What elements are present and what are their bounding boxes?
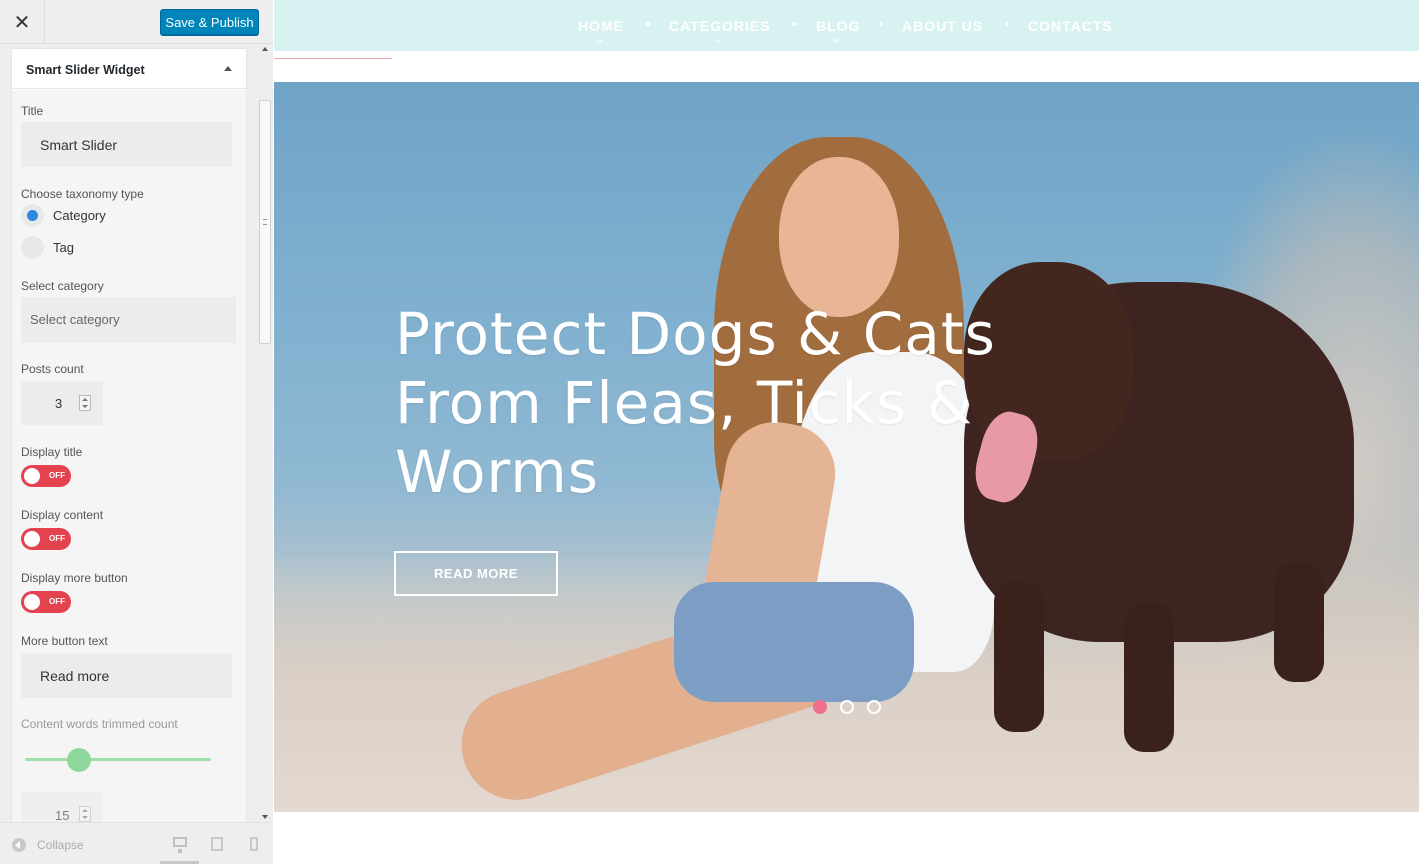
display-more-label: Display more button: [21, 571, 128, 585]
tablet-icon[interactable]: [211, 837, 223, 851]
nav-home[interactable]: HOME: [578, 18, 624, 34]
hero-slider: Protect Dogs & Cats From Fleas, Ticks & …: [274, 82, 1419, 812]
posts-count-value: 3: [55, 396, 63, 411]
collapse-arrow-icon[interactable]: [224, 66, 232, 71]
widget-title: Smart Slider Widget: [26, 63, 145, 77]
more-text-input[interactable]: [21, 653, 232, 698]
nav-separator: [646, 22, 650, 26]
toggle-knob: [24, 594, 40, 610]
widget-panel: Smart Slider Widget Title Choose taxonom…: [0, 44, 258, 822]
main-nav: HOME CATEGORIES BLOG ABOUT US CONTACTS: [274, 0, 1419, 51]
slider-dot-1[interactable]: [813, 700, 827, 714]
trim-count-value: 15: [55, 808, 70, 822]
spinner-icon[interactable]: [79, 395, 91, 411]
trim-slider-track[interactable]: [25, 758, 211, 761]
nav-blog[interactable]: BLOG: [816, 18, 860, 34]
site-preview: HOME CATEGORIES BLOG ABOUT US CONTACTS S…: [274, 0, 1419, 864]
collapse-label: Collapse: [37, 838, 84, 852]
more-text-label: More button text: [21, 634, 108, 648]
toggle-state: OFF: [49, 471, 65, 480]
close-icon[interactable]: ✕: [0, 0, 45, 44]
radio-checked-icon[interactable]: [21, 204, 44, 227]
chevron-down-icon: [595, 35, 604, 44]
widget-header[interactable]: Smart Slider Widget: [12, 49, 246, 89]
nav-separator: [879, 22, 883, 26]
toggle-knob: [24, 531, 40, 547]
category-select[interactable]: Select category: [21, 297, 236, 343]
slider-dot-2[interactable]: [840, 700, 854, 714]
nav-contacts[interactable]: CONTACTS: [1028, 18, 1113, 34]
display-title-label: Display title: [21, 445, 83, 459]
radio-unchecked-icon[interactable]: [21, 236, 44, 259]
nav-separator: [792, 22, 796, 26]
taxonomy-label: Choose taxonomy type: [21, 187, 144, 201]
save-publish-button[interactable]: Save & Publish: [160, 9, 259, 35]
panel-scrollbar[interactable]: [258, 44, 273, 822]
chevron-down-icon: [831, 35, 840, 44]
photo-dog-leg: [1274, 562, 1324, 682]
widget-box: Smart Slider Widget Title Choose taxonom…: [11, 48, 247, 822]
display-title-toggle[interactable]: OFF: [21, 465, 71, 487]
scroll-thumb[interactable]: [259, 100, 271, 344]
photo-woman-shorts: [674, 582, 914, 702]
posts-count-label: Posts count: [21, 362, 84, 376]
photo-woman-face: [779, 157, 899, 317]
grip-icon: [263, 219, 267, 225]
radio-tag-label: Tag: [53, 240, 74, 255]
toggle-knob: [24, 468, 40, 484]
scroll-down-icon[interactable]: [262, 815, 268, 819]
toggle-state: OFF: [49, 534, 65, 543]
scroll-up-icon[interactable]: [262, 47, 268, 51]
customizer-header: ✕ Save & Publish: [0, 0, 273, 44]
display-content-toggle[interactable]: OFF: [21, 528, 71, 550]
customizer-footer: Collapse: [0, 822, 273, 864]
customizer-sidebar: ✕ Save & Publish Smart Slider Widget Tit…: [0, 0, 273, 864]
slider-dot-3[interactable]: [867, 700, 881, 714]
widget-form: Title Choose taxonomy type Category Tag …: [12, 90, 246, 822]
title-label: Title: [21, 104, 44, 118]
nav-separator: [1005, 22, 1009, 26]
title-input[interactable]: [21, 122, 232, 167]
trim-count-input[interactable]: 15: [21, 792, 103, 822]
radio-category[interactable]: Category: [21, 204, 106, 227]
spinner-icon[interactable]: [79, 806, 91, 822]
photo-dog-leg: [994, 582, 1044, 732]
display-more-toggle[interactable]: OFF: [21, 591, 71, 613]
read-more-button[interactable]: READ MORE: [394, 551, 558, 596]
display-content-label: Display content: [21, 508, 104, 522]
category-label: Select category: [21, 279, 104, 293]
toggle-state: OFF: [49, 597, 65, 606]
trim-slider-handle[interactable]: [67, 748, 91, 772]
nav-categories[interactable]: CATEGORIES: [669, 18, 771, 34]
chevron-down-icon: [714, 35, 723, 44]
radio-category-label: Category: [53, 208, 106, 223]
desktop-icon[interactable]: [173, 837, 187, 853]
nav-about-us[interactable]: ABOUT US: [902, 18, 983, 34]
mobile-icon[interactable]: [250, 837, 258, 851]
slide-heading: Protect Dogs & Cats From Fleas, Ticks & …: [395, 300, 996, 506]
radio-tag[interactable]: Tag: [21, 236, 74, 259]
trim-label: Content words trimmed count: [21, 717, 178, 731]
collapse-icon: [12, 838, 26, 852]
photo-dog-leg: [1124, 602, 1174, 752]
posts-count-input[interactable]: 3: [21, 381, 103, 425]
collapse-button[interactable]: Collapse: [12, 838, 84, 852]
